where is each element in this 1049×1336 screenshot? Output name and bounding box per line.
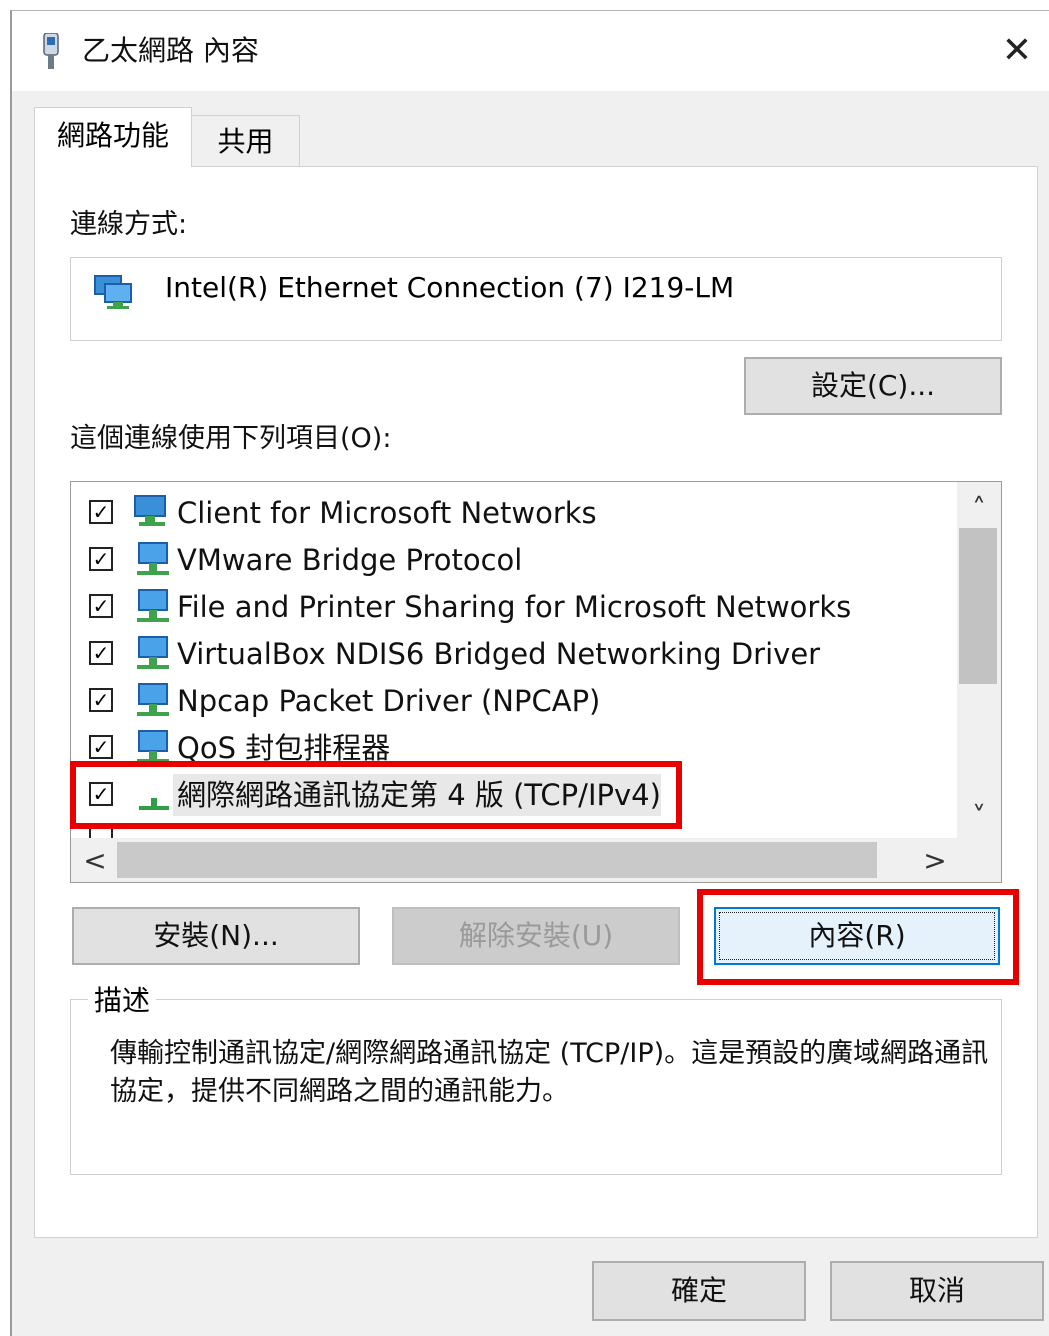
vertical-scroll-thumb[interactable] — [959, 528, 997, 684]
horizontal-scroll-thumb[interactable] — [117, 842, 877, 878]
tab-sharing[interactable]: 共用 — [192, 115, 300, 167]
network-protocol-icon — [137, 542, 169, 575]
checkbox[interactable]: ✓ — [89, 641, 113, 665]
list-item[interactable]: ✓ VMware Bridge Protocol — [71, 537, 951, 583]
list-item[interactable]: ✓ VirtualBox NDIS6 Bridged Networking Dr… — [71, 631, 951, 677]
item-label: Client for Microsoft Networks — [177, 496, 597, 530]
checkbox[interactable]: ✓ — [89, 547, 113, 571]
list-item[interactable]: ✓ Npcap Packet Driver (NPCAP) — [71, 678, 951, 724]
properties-button[interactable]: 內容(R) — [714, 907, 1000, 965]
item-label: 網際網路通訊協定第 4 版 (TCP/IPv4) — [177, 778, 661, 812]
list-item[interactable]: ✓ QoS 封包排程器 — [71, 725, 951, 771]
install-button[interactable]: 安裝(N)... — [72, 907, 360, 965]
checkbox[interactable]: ✓ — [89, 735, 113, 759]
network-protocol-icon — [137, 683, 169, 716]
components-list: ✓ Client for Microsoft Networks ✓ VMware… — [70, 481, 1002, 883]
ok-button[interactable]: 確定 — [592, 1261, 806, 1321]
scroll-down-icon[interactable]: ˅ — [959, 802, 999, 832]
network-protocol-icon — [137, 589, 169, 622]
scroll-up-icon[interactable]: ˄ — [959, 494, 999, 524]
list-item[interactable]: ✓ Client for Microsoft Networks — [71, 490, 951, 536]
items-label: 這個連線使用下列項目(O): — [70, 423, 392, 454]
checkbox[interactable]: ✓ — [89, 594, 113, 618]
focus-rectangle — [719, 912, 995, 960]
title-bar: 乙太網路 內容 ✕ — [12, 11, 1049, 91]
checkbox[interactable]: ✓ — [89, 688, 113, 712]
close-button[interactable]: ✕ — [992, 27, 1042, 75]
item-label: QoS 封包排程器 — [177, 731, 391, 765]
configure-button[interactable]: 設定(C)... — [744, 357, 1002, 415]
tab-networking[interactable]: 網路功能 — [34, 107, 192, 167]
network-protocol-green-icon — [139, 798, 169, 810]
adapter-name: Intel(R) Ethernet Connection (7) I219-LM — [165, 271, 735, 304]
window-title: 乙太網路 內容 — [82, 34, 259, 67]
uninstall-button[interactable]: 解除安裝(U) — [392, 907, 680, 965]
list-item-selected[interactable]: ✓ 網際網路通訊協定第 4 版 (TCP/IPv4) — [71, 772, 951, 818]
scroll-right-icon[interactable]: > — [915, 846, 955, 876]
scroll-left-icon[interactable]: < — [75, 846, 115, 876]
network-adapter-icon — [94, 275, 132, 309]
list-item[interactable]: ✓ File and Printer Sharing for Microsoft… — [71, 584, 951, 630]
checkbox[interactable]: ✓ — [89, 500, 113, 524]
item-label: VMware Bridge Protocol — [177, 543, 523, 577]
connect-using-label: 連線方式: — [70, 209, 188, 240]
network-client-icon — [134, 495, 166, 526]
adapter-field: Intel(R) Ethernet Connection (7) I219-LM — [70, 257, 1002, 341]
item-label: File and Printer Sharing for Microsoft N… — [177, 590, 852, 624]
network-protocol-icon — [137, 636, 169, 669]
description-legend: 描述 — [88, 983, 157, 1019]
item-label: VirtualBox NDIS6 Bridged Networking Driv… — [177, 637, 821, 671]
network-protocol-icon — [137, 730, 169, 763]
description-text: 傳輸控制通訊協定/網際網路通訊協定 (TCP/IP)。這是預設的廣域網路通訊協定… — [110, 1038, 989, 1107]
cancel-button[interactable]: 取消 — [830, 1261, 1044, 1321]
checkbox[interactable]: ✓ — [89, 782, 113, 806]
list-item-partial[interactable] — [71, 819, 951, 839]
item-label: Npcap Packet Driver (NPCAP) — [177, 684, 601, 718]
properties-dialog: 乙太網路 內容 ✕ 網路功能 共用 連線方式: Intel(R) Etherne… — [10, 10, 1049, 1336]
ethernet-plug-icon — [43, 33, 59, 69]
